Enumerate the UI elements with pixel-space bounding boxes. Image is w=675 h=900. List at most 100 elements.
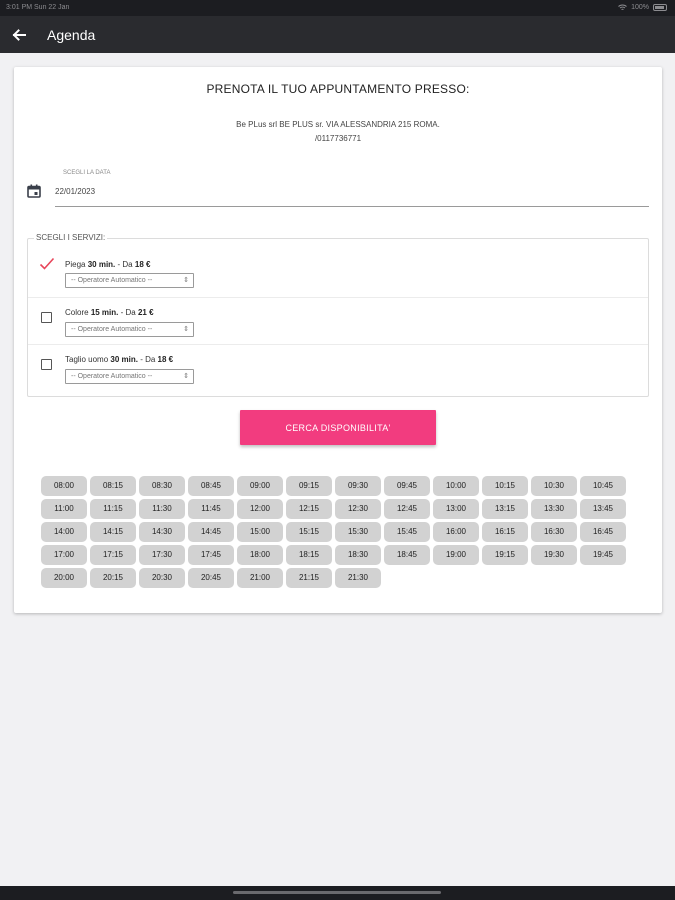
time-slot-button[interactable]: 10:15 bbox=[482, 476, 528, 496]
service-duration: 15 min. bbox=[90, 308, 119, 317]
time-slot-button[interactable]: 17:00 bbox=[41, 545, 87, 565]
service-price: 21 € bbox=[137, 308, 154, 317]
service-name: Piega bbox=[65, 260, 86, 269]
select-arrows-icon: ⇕ bbox=[183, 326, 189, 333]
service-label: Piega 30 min. - Da 18 € bbox=[65, 260, 150, 269]
select-arrows-icon: ⇕ bbox=[183, 373, 189, 380]
time-slot-button[interactable]: 19:30 bbox=[531, 545, 577, 565]
time-slot-button[interactable]: 18:15 bbox=[286, 545, 332, 565]
time-slot-button[interactable]: 21:15 bbox=[286, 568, 332, 588]
date-label: SCEGLI LA DATA bbox=[63, 170, 111, 176]
time-slot-button[interactable]: 14:30 bbox=[139, 522, 185, 542]
time-slot-button[interactable]: 08:30 bbox=[139, 476, 185, 496]
phone-line: /0117736771 bbox=[314, 134, 362, 143]
time-slot-button[interactable]: 12:15 bbox=[286, 499, 332, 519]
time-slot-button[interactable]: 08:15 bbox=[90, 476, 136, 496]
time-slot-button[interactable]: 15:15 bbox=[286, 522, 332, 542]
time-slot-button[interactable]: 15:00 bbox=[237, 522, 283, 542]
time-slot-button[interactable]: 09:30 bbox=[335, 476, 381, 496]
home-indicator[interactable] bbox=[233, 891, 441, 894]
checkmark-icon[interactable] bbox=[39, 257, 55, 271]
operator-selected-value: -- Operatore Automatico -- bbox=[71, 326, 153, 333]
service-row-taglio-uomo: Taglio uomo 30 min. - Da 18 € -- Operato… bbox=[28, 344, 648, 391]
battery-icon bbox=[653, 4, 667, 11]
operator-select[interactable]: -- Operatore Automatico -- ⇕ bbox=[65, 322, 194, 337]
time-slot-button[interactable]: 20:00 bbox=[41, 568, 87, 588]
calendar-icon[interactable] bbox=[27, 184, 41, 198]
time-slot-button[interactable]: 13:45 bbox=[580, 499, 626, 519]
time-slot-button[interactable]: 09:00 bbox=[237, 476, 283, 496]
status-time: 3:01 PM Sun 22 Jan bbox=[6, 4, 70, 11]
system-nav-bar bbox=[0, 886, 675, 900]
service-price-prefix: - Da bbox=[140, 355, 156, 364]
time-slot-button[interactable]: 11:00 bbox=[41, 499, 87, 519]
time-slot-button[interactable]: 16:15 bbox=[482, 522, 528, 542]
time-slot-button[interactable]: 15:45 bbox=[384, 522, 430, 542]
service-price-prefix: - Da bbox=[120, 308, 136, 317]
time-slot-button[interactable]: 20:15 bbox=[90, 568, 136, 588]
time-slot-button[interactable]: 12:30 bbox=[335, 499, 381, 519]
status-bar: 3:01 PM Sun 22 Jan 100% bbox=[0, 0, 675, 16]
service-price: 18 € bbox=[157, 355, 174, 364]
time-slot-button[interactable]: 14:00 bbox=[41, 522, 87, 542]
time-slot-button[interactable]: 20:45 bbox=[188, 568, 234, 588]
service-checkbox[interactable] bbox=[41, 359, 52, 370]
operator-selected-value: -- Operatore Automatico -- bbox=[71, 373, 153, 380]
time-slot-button[interactable]: 12:00 bbox=[237, 499, 283, 519]
time-slot-button[interactable]: 14:15 bbox=[90, 522, 136, 542]
date-input[interactable]: 22/01/2023 bbox=[55, 187, 95, 196]
service-price: 18 € bbox=[134, 260, 151, 269]
time-slot-button[interactable]: 11:15 bbox=[90, 499, 136, 519]
time-slot-button[interactable]: 19:45 bbox=[580, 545, 626, 565]
time-slot-button[interactable]: 18:45 bbox=[384, 545, 430, 565]
time-slot-button[interactable]: 17:30 bbox=[139, 545, 185, 565]
time-slot-button[interactable]: 17:45 bbox=[188, 545, 234, 565]
time-slot-button[interactable]: 18:00 bbox=[237, 545, 283, 565]
back-button[interactable] bbox=[0, 16, 38, 53]
search-availability-button[interactable]: CERCA DISPONIBILITA' bbox=[240, 410, 436, 445]
app-bar: Agenda bbox=[0, 16, 675, 53]
time-slot-button[interactable]: 20:30 bbox=[139, 568, 185, 588]
select-arrows-icon: ⇕ bbox=[183, 277, 189, 284]
time-slot-button[interactable]: 16:45 bbox=[580, 522, 626, 542]
time-slot-button[interactable]: 09:15 bbox=[286, 476, 332, 496]
operator-select[interactable]: -- Operatore Automatico -- ⇕ bbox=[65, 273, 194, 288]
operator-selected-value: -- Operatore Automatico -- bbox=[71, 277, 153, 284]
services-group: SCEGLI I SERVIZI: Piega 30 min. - Da 18 … bbox=[27, 233, 649, 397]
service-label: Colore 15 min. - Da 21 € bbox=[65, 308, 154, 317]
time-slot-button[interactable]: 19:15 bbox=[482, 545, 528, 565]
battery-percent: 100% bbox=[631, 4, 649, 11]
time-slot-button[interactable]: 08:45 bbox=[188, 476, 234, 496]
time-slot-button[interactable]: 13:30 bbox=[531, 499, 577, 519]
time-slot-button[interactable]: 21:00 bbox=[237, 568, 283, 588]
service-checkbox[interactable] bbox=[41, 312, 52, 323]
time-slot-button[interactable]: 10:00 bbox=[433, 476, 479, 496]
service-row-colore: Colore 15 min. - Da 21 € -- Operatore Au… bbox=[28, 297, 648, 344]
booking-card: PRENOTA IL TUO APPUNTAMENTO PRESSO: Be P… bbox=[14, 67, 662, 613]
salon-address: Be PLus srl BE PLUS sr. VIA ALESSANDRIA … bbox=[14, 118, 662, 146]
time-slot-button[interactable]: 16:00 bbox=[433, 522, 479, 542]
service-price-prefix: - Da bbox=[117, 260, 133, 269]
time-slot-button[interactable]: 19:00 bbox=[433, 545, 479, 565]
time-slot-button[interactable]: 18:30 bbox=[335, 545, 381, 565]
time-slot-button[interactable]: 12:45 bbox=[384, 499, 430, 519]
time-slot-button[interactable]: 15:30 bbox=[335, 522, 381, 542]
time-slot-button[interactable]: 13:15 bbox=[482, 499, 528, 519]
time-slot-button[interactable]: 11:45 bbox=[188, 499, 234, 519]
time-slot-button[interactable]: 10:30 bbox=[531, 476, 577, 496]
service-name: Colore bbox=[65, 308, 89, 317]
time-slot-button[interactable]: 16:30 bbox=[531, 522, 577, 542]
status-indicators: 100% bbox=[618, 4, 667, 11]
booking-heading: PRENOTA IL TUO APPUNTAMENTO PRESSO: bbox=[206, 82, 470, 96]
time-slot-button[interactable]: 11:30 bbox=[139, 499, 185, 519]
time-slot-button[interactable]: 09:45 bbox=[384, 476, 430, 496]
service-duration: 30 min. bbox=[87, 260, 116, 269]
time-slot-button[interactable]: 14:45 bbox=[188, 522, 234, 542]
time-slots-grid: 08:00 08:15 08:30 08:45 09:00 09:15 09:30 09:45… bbox=[41, 476, 631, 588]
time-slot-button[interactable]: 17:15 bbox=[90, 545, 136, 565]
time-slot-button[interactable]: 13:00 bbox=[433, 499, 479, 519]
operator-select[interactable]: -- Operatore Automatico -- ⇕ bbox=[65, 369, 194, 384]
time-slot-button[interactable]: 08:00 bbox=[41, 476, 87, 496]
time-slot-button[interactable]: 21:30 bbox=[335, 568, 381, 588]
time-slot-button[interactable]: 10:45 bbox=[580, 476, 626, 496]
